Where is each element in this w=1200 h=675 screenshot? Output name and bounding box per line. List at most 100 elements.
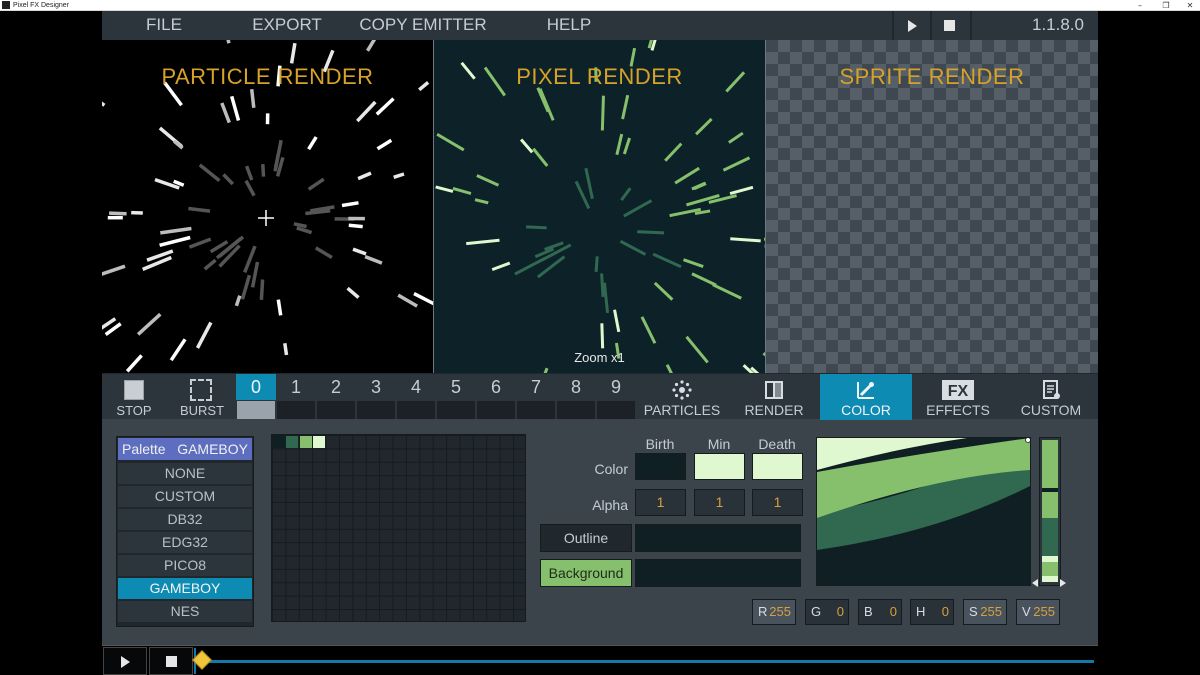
emitter-slot-8[interactable]: 8	[556, 374, 596, 420]
palette-option[interactable]: NES	[118, 601, 252, 622]
background-color-swatch[interactable]	[635, 559, 801, 587]
emitter-slot-bar	[517, 401, 555, 419]
ramp-segment	[1042, 518, 1058, 556]
stop-button[interactable]	[930, 11, 966, 40]
channel-value: 255	[980, 604, 1002, 619]
ramp-segment	[1042, 492, 1058, 518]
channel-h-field[interactable]: H0	[910, 599, 954, 625]
stop-emitter-button[interactable]: STOP	[102, 374, 166, 420]
death-color-swatch[interactable]	[752, 453, 803, 480]
emitter-slot-7[interactable]: 7	[516, 374, 556, 420]
outline-button[interactable]: Outline	[540, 524, 632, 552]
timeline-track[interactable]	[194, 660, 1094, 663]
palette-option[interactable]: NONE	[118, 463, 252, 484]
min-alpha-field[interactable]: 1	[694, 489, 745, 516]
particle-streak	[653, 281, 674, 301]
color-picker-icon	[857, 382, 874, 399]
restore-button[interactable]: ❐	[1156, 0, 1176, 11]
burst-button[interactable]: BURST	[170, 374, 234, 420]
palette-swatch-grid[interactable]	[271, 434, 526, 622]
timeline-stop-button[interactable]	[149, 647, 193, 675]
palette-header[interactable]: Palette GAMEBOY	[118, 438, 252, 460]
palette-option[interactable]: CUSTOM	[118, 486, 252, 507]
channel-v-field[interactable]: V 255	[1016, 599, 1060, 625]
emitter-slot-3[interactable]: 3	[356, 374, 396, 420]
emitter-slot-4[interactable]: 4	[396, 374, 436, 420]
palette-option[interactable]: PICO8	[118, 555, 252, 576]
palette-option[interactable]: DB32	[118, 509, 252, 530]
birth-alpha-field[interactable]: 1	[635, 489, 686, 516]
ramp-handles[interactable]	[1031, 579, 1067, 589]
timeline-play-button[interactable]	[103, 647, 147, 675]
channel-key: G	[811, 604, 822, 619]
channel-value: 0	[836, 604, 844, 619]
fx-icon: FX	[942, 380, 974, 400]
channel-value: 0	[889, 604, 897, 619]
column-birth: Birth	[645, 436, 675, 452]
palette-swatch[interactable]	[300, 436, 312, 448]
tab-color[interactable]: COLOR	[820, 374, 912, 420]
menu-export[interactable]: EXPORT	[247, 11, 327, 40]
outline-color-swatch[interactable]	[635, 524, 801, 552]
palette-option[interactable]: GAMEBOY	[118, 578, 252, 599]
menu-help[interactable]: HELP	[537, 11, 601, 40]
emitter-slot-5[interactable]: 5	[436, 374, 476, 420]
emitter-slot-9[interactable]: 9	[596, 374, 636, 420]
particle-streak	[435, 185, 454, 193]
emitter-slot-number: 3	[370, 377, 381, 397]
close-button[interactable]: ✕	[1180, 0, 1200, 11]
menu-file[interactable]: FILE	[136, 11, 192, 40]
palette-swatch[interactable]	[273, 436, 285, 448]
palette-swatch[interactable]	[286, 436, 298, 448]
tab-particles[interactable]: PARTICLES	[636, 374, 728, 420]
background-button[interactable]: Background	[540, 559, 632, 587]
emitter-slot-1[interactable]: 1	[276, 374, 316, 420]
palette-swatch[interactable]	[313, 436, 325, 448]
particle-streak	[466, 238, 500, 246]
pixel-render-panel[interactable]: PIXEL RENDER Zoom x1	[434, 40, 765, 373]
tab-render[interactable]: RENDER	[728, 374, 820, 420]
tab-color-label: COLOR	[841, 402, 891, 418]
stop-icon	[944, 20, 955, 31]
particle-streak	[613, 309, 621, 333]
palette-option[interactable]: EDG32	[118, 532, 252, 553]
birth-color-swatch[interactable]	[635, 453, 686, 480]
ramp-handle-left-icon[interactable]	[1032, 579, 1038, 587]
emitter-slot-bar	[357, 401, 395, 419]
menu-bar: FILE EXPORT COPY EMITTER HELP 1.1.8.0	[102, 11, 1098, 40]
emitter-slot-bar	[477, 401, 515, 419]
particle-render-panel[interactable]: PARTICLE RENDER	[102, 40, 433, 373]
tab-custom-label: CUSTOM	[1020, 402, 1082, 418]
particles-icon	[672, 380, 692, 400]
sprite-render-panel[interactable]: SPRITE RENDER	[766, 40, 1098, 373]
palette-list: Palette GAMEBOY NONE CUSTOM DB32 EDG32 P…	[116, 436, 254, 627]
tab-effects[interactable]: FX EFFECTS	[912, 374, 1004, 420]
channel-value: 255	[769, 604, 791, 619]
channel-g-field[interactable]: G0	[805, 599, 849, 625]
ramp-handle-right-icon[interactable]	[1060, 579, 1066, 587]
play-icon	[121, 656, 130, 668]
color-gradient-preview[interactable]	[816, 437, 1031, 586]
min-color-swatch[interactable]	[694, 453, 745, 480]
channel-b-field[interactable]: B0	[858, 599, 902, 625]
death-alpha-field[interactable]: 1	[752, 489, 803, 516]
particle-streak	[623, 199, 653, 218]
minimize-button[interactable]: –	[1130, 0, 1150, 11]
emitter-slot-number: 2	[330, 377, 341, 397]
color-ramp-strip[interactable]	[1039, 437, 1061, 586]
emitter-slot-2[interactable]: 2	[316, 374, 356, 420]
channel-s-field[interactable]: S 255	[963, 599, 1007, 625]
tab-custom[interactable]: CUSTOM	[1004, 374, 1098, 420]
particle-streak	[532, 147, 549, 167]
menu-copy-emitter[interactable]: COPY EMITTER	[352, 11, 494, 40]
emitter-slot-number: 1	[290, 377, 301, 397]
ramp-segment	[1042, 562, 1058, 576]
particle-streak	[712, 283, 742, 300]
emitter-slot-number: 4	[410, 377, 421, 397]
channel-key: H	[916, 604, 926, 619]
channel-r-field[interactable]: R 255	[752, 599, 796, 625]
emitter-slot-6[interactable]: 6	[476, 374, 516, 420]
play-button[interactable]	[892, 11, 928, 40]
burst-icon	[190, 379, 212, 401]
emitter-slot-0[interactable]: 0	[236, 374, 276, 420]
